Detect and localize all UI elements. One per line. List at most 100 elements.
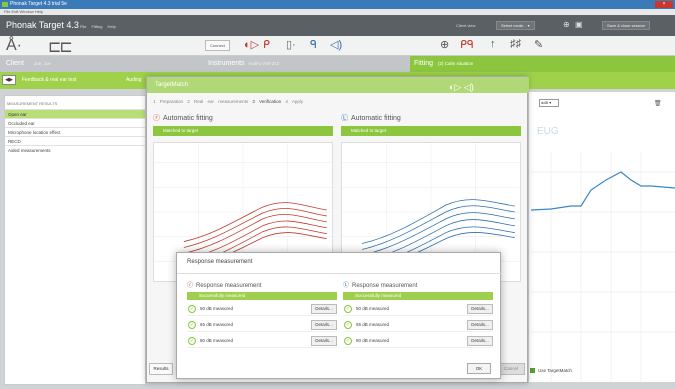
measure-label: 50 dB measured bbox=[356, 306, 390, 311]
audiogram-icon[interactable]: ⊏⊏ bbox=[48, 37, 73, 57]
use-targetmatch-checkbox[interactable]: Use TargetMatch bbox=[530, 368, 572, 374]
list-item: ✓ 50 dB measured Details... bbox=[187, 303, 337, 316]
details-button[interactable]: Details... bbox=[311, 304, 337, 314]
list-item: ✓ 80 dB measured Details... bbox=[187, 335, 337, 348]
details-button[interactable]: Details... bbox=[311, 336, 337, 346]
right-ear-icon: ⓡ bbox=[153, 115, 160, 122]
hearing-aids-icon[interactable]: ᑭᑫ bbox=[460, 38, 474, 51]
list-item: ✓ 65 dB measured Details... bbox=[187, 319, 337, 332]
right-ear-column: ⓡ Response measurement Successfully measu… bbox=[187, 280, 337, 348]
wrench-icon[interactable]: ✎ bbox=[534, 38, 543, 51]
instruments-label: Instruments bbox=[208, 60, 245, 67]
client-view-toggle[interactable]: Client view bbox=[456, 15, 475, 36]
window-titlebar: Phonak Target 4.3 trial 5e × bbox=[0, 0, 675, 9]
scale-select[interactable]: ddB ▾ bbox=[539, 99, 559, 107]
check-icon: ✓ bbox=[188, 305, 196, 313]
step-preparation[interactable]: 1 Preparation bbox=[153, 99, 183, 104]
response-measurement-dialog: Response measurement ⓡ Response measureme… bbox=[176, 252, 502, 379]
list-item-occluded-ear[interactable]: Occluded ear bbox=[5, 118, 145, 127]
measure-label: 80 dB measured bbox=[356, 338, 390, 343]
app-menu[interactable]: File Fitting Help bbox=[80, 24, 116, 29]
equalizer-icon[interactable]: ♯♯ bbox=[510, 38, 521, 50]
check-icon: ✓ bbox=[188, 337, 196, 345]
device-icon[interactable]: ▯· bbox=[286, 38, 296, 51]
check-icon: ✓ bbox=[344, 337, 352, 345]
select-mode-dropdown[interactable]: Select mode... ▾ bbox=[496, 21, 535, 30]
list-item-aided[interactable]: Aided measurements bbox=[5, 145, 145, 154]
left-fitting-heading: ⓡ Automatic fitting bbox=[153, 115, 213, 122]
details-button[interactable]: Details... bbox=[311, 320, 337, 330]
settings-icon[interactable]: ▣ bbox=[575, 20, 583, 29]
connect-button[interactable]: Connect bbox=[205, 40, 230, 51]
use-targetmatch-label: Use TargetMatch bbox=[538, 368, 572, 373]
step-verification[interactable]: 3 Verification bbox=[252, 99, 281, 104]
panel-header: MEASUREMENT RESULTS bbox=[7, 101, 58, 106]
left-ear-icon: Ⓛ bbox=[343, 283, 350, 289]
details-button[interactable]: Details... bbox=[467, 320, 493, 330]
trash-icon[interactable]: 🗑 bbox=[654, 100, 662, 107]
help-icon[interactable]: ⊕ bbox=[563, 20, 570, 29]
list-item-recd[interactable]: RECD bbox=[5, 136, 145, 145]
dialog-title: Response measurement bbox=[187, 259, 253, 265]
check-icon: ✓ bbox=[344, 305, 352, 313]
right-graph-panel: ddB ▾ 🗑 EUG bbox=[528, 92, 675, 382]
ok-button[interactable]: OK bbox=[467, 363, 491, 374]
app-header: Phonak Target 4.3 File Fitting Help Clie… bbox=[0, 15, 675, 36]
tab-audiogram[interactable]: Audiog bbox=[126, 72, 142, 89]
window-title: Phonak Target 4.3 trial 5e bbox=[10, 1, 67, 7]
save-close-button[interactable]: Save & close session bbox=[602, 21, 651, 30]
measure-label: 65 dB measured bbox=[200, 322, 234, 327]
details-button[interactable]: Details... bbox=[467, 336, 493, 346]
list-item: ✓ 65 dB measured Details... bbox=[343, 319, 493, 332]
eug-watermark: EUG bbox=[537, 126, 559, 137]
speaker-icon[interactable]: ◁) bbox=[330, 38, 342, 51]
right-ear-status: Successfully measured bbox=[187, 292, 337, 300]
gain-graph bbox=[531, 152, 675, 382]
hearing-aid-left-icon[interactable]: ◐▷ bbox=[244, 38, 259, 51]
dialog-title: TargetMatch bbox=[155, 82, 189, 88]
wizard-steps: 1 Preparation 2 Real ear measurements 3 … bbox=[153, 99, 303, 104]
left-ear-status: Successfully measured bbox=[343, 292, 493, 300]
dialog-titlebar: TargetMatch ◐▷ ◁) bbox=[147, 77, 529, 93]
measure-label: 80 dB measured bbox=[200, 338, 234, 343]
left-ear-heading: Ⓛ Response measurement bbox=[343, 283, 418, 289]
list-item-mle[interactable]: Microphone location effect bbox=[5, 127, 145, 136]
left-ear-icon: Ⓛ bbox=[341, 115, 348, 122]
right-ear-icon: ⓡ bbox=[187, 283, 194, 289]
details-button[interactable]: Details... bbox=[467, 304, 493, 314]
fitting-sub: (2) Calm situation bbox=[438, 61, 474, 66]
divider bbox=[177, 273, 502, 274]
globe-icon[interactable]: ⊕ bbox=[440, 38, 449, 51]
results-button[interactable]: Results bbox=[149, 363, 173, 375]
left-matched-status: Matched to target bbox=[153, 126, 333, 136]
main-toolbar: Å· ⊏⊏ Connect ◐▷ ᑭ ▯· ᑫ ◁) ⊕ ᑭᑫ ↑ ♯♯ ✎ bbox=[0, 36, 675, 56]
cancel-button[interactable]: Cancel bbox=[497, 363, 525, 375]
hearing-aid-icon: ◐▷ ◁) bbox=[449, 82, 474, 92]
fitting-label: Fitting bbox=[414, 60, 434, 67]
fine-tune-icon[interactable]: ↑ bbox=[490, 38, 496, 50]
ear-right-icon[interactable]: ᑫ bbox=[310, 38, 317, 51]
list-item-open-ear[interactable]: Open ear bbox=[5, 109, 145, 118]
checkbox-icon bbox=[530, 368, 535, 374]
right-matched-status: Matched to target bbox=[341, 126, 521, 136]
instruments-value: Audéo V90-312 bbox=[248, 61, 280, 66]
tab-feedback[interactable]: Feedback & real ear test bbox=[22, 72, 76, 89]
gain-curve bbox=[531, 171, 675, 211]
ear-icon[interactable]: ᑭ bbox=[263, 38, 270, 51]
nav-arrows[interactable]: ◀▶ bbox=[2, 75, 16, 85]
check-icon: ✓ bbox=[344, 321, 352, 329]
app-logo-icon bbox=[2, 2, 8, 7]
measurement-results-panel: MEASUREMENT RESULTS Open ear Occluded ea… bbox=[4, 95, 146, 385]
client-icon[interactable]: Å· bbox=[6, 37, 22, 55]
fitting-bar[interactable]: Fitting (2) Calm situation bbox=[410, 56, 675, 72]
right-ear-heading: ⓡ Response measurement bbox=[187, 283, 262, 289]
list-item: ✓ 50 dB measured Details... bbox=[343, 303, 493, 316]
close-window-button[interactable]: × bbox=[655, 1, 673, 8]
check-icon: ✓ bbox=[188, 321, 196, 329]
measure-label: 65 dB measured bbox=[356, 322, 390, 327]
right-fitting-heading: Ⓛ Automatic fitting bbox=[341, 115, 401, 122]
step-apply[interactable]: 4 Apply bbox=[285, 99, 303, 104]
list-item: ✓ 80 dB measured Details... bbox=[343, 335, 493, 348]
step-real-ear[interactable]: 2 Real ear measurements bbox=[187, 99, 248, 104]
app-brand: Phonak Target 4.3 bbox=[6, 20, 79, 30]
